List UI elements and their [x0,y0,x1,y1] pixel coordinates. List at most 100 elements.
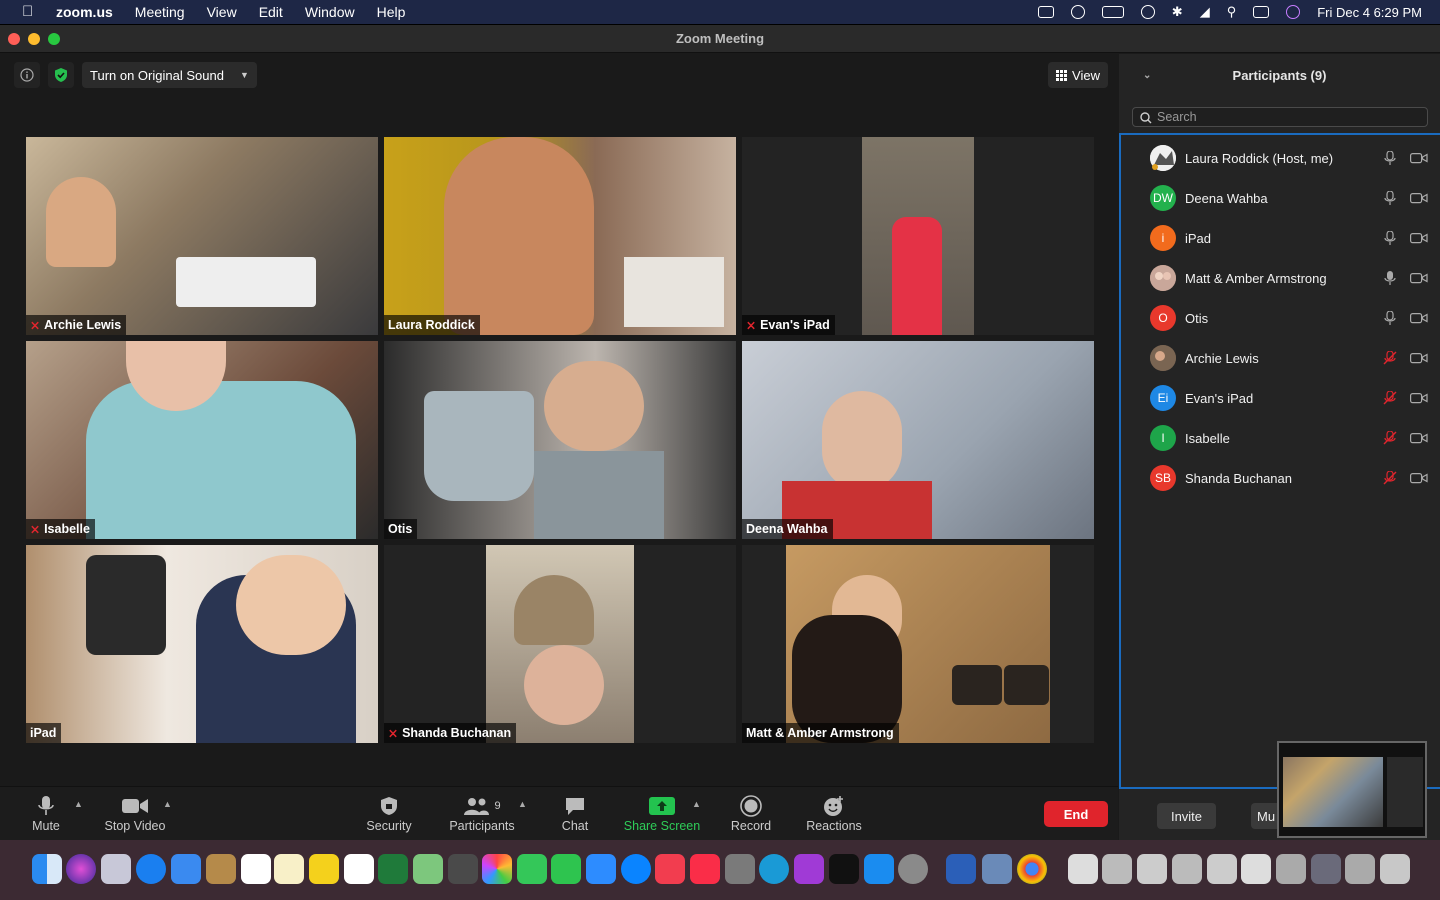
video-camera-icon[interactable] [1410,151,1428,165]
folder-stack-icon[interactable] [1241,854,1271,884]
video-camera-icon[interactable] [1410,191,1428,205]
folder-stack-icon[interactable] [1207,854,1237,884]
shazam-icon[interactable] [759,854,789,884]
video-camera-icon[interactable] [1410,471,1428,485]
calendar-icon[interactable] [241,854,271,884]
microphone-icon[interactable] [1383,310,1397,325]
menubar-clock[interactable]: Fri Dec 4 6:29 PM [1317,5,1422,20]
microphone-icon[interactable] [1383,190,1397,205]
control-center-icon[interactable] [1253,6,1270,18]
wifi-icon[interactable]: ◢ [1200,4,1210,20]
participant-row[interactable]: i iPad [1121,218,1440,258]
end-meeting-button[interactable]: End [1044,801,1108,827]
microphone-muted-icon[interactable] [1383,470,1397,485]
video-tile-isabelle[interactable]: ⨯ Isabelle [26,341,378,539]
video-tile-evans-ipad[interactable]: ⨯ Evan's iPad [742,137,1094,335]
video-tile-shanda-buchanan[interactable]: ⨯ Shanda Buchanan [384,545,736,743]
stop-video-button[interactable]: Stop Video [100,793,170,833]
participant-row[interactable]: Ei Evan's iPad [1121,378,1440,418]
view-button[interactable]: View [1048,62,1108,88]
video-tile-ipad[interactable]: iPad [26,545,378,743]
chevron-up-icon[interactable]: ▲ [692,799,701,809]
chevron-up-icon[interactable]: ▲ [163,799,172,809]
video-tile-otis[interactable]: Otis [384,341,736,539]
chat-button[interactable]: Chat [556,793,594,833]
video-tile-matt-amber-armstrong[interactable]: Matt & Amber Armstrong [742,545,1094,743]
microphone-icon[interactable] [1383,150,1397,165]
microphone-active-icon[interactable] [1383,271,1397,285]
word-icon[interactable] [946,854,976,884]
maps-icon[interactable] [413,854,443,884]
participant-row[interactable]: SB Shanda Buchanan [1121,458,1440,498]
menu-help[interactable]: Help [377,4,406,20]
security-button[interactable]: Security [362,793,416,833]
reminders-icon[interactable] [344,854,374,884]
participant-row[interactable]: O Otis [1121,298,1440,338]
excel-icon[interactable] [378,854,408,884]
close-window-button[interactable] [8,33,20,45]
launchpad-icon[interactable] [101,854,131,884]
zoom-icon[interactable] [586,854,616,884]
folder-stack-icon[interactable] [1102,854,1132,884]
chevron-down-icon[interactable]: ⌄ [1143,54,1151,98]
photos-icon[interactable] [482,854,512,884]
apple-menu-icon[interactable]:  [22,4,36,20]
menu-view[interactable]: View [207,4,237,20]
apple-tv-icon[interactable] [829,854,859,884]
microphone-muted-icon[interactable] [1383,390,1397,405]
siri-icon[interactable] [66,854,96,884]
facetime-icon[interactable] [551,854,581,884]
share-screen-button[interactable]: Share Screen [622,793,702,833]
video-tile-archie-lewis[interactable]: ⨯ Archie Lewis [26,137,378,335]
folder-stack-icon[interactable] [1172,854,1202,884]
document-icon[interactable] [1068,854,1098,884]
microphone-icon[interactable] [1383,230,1397,245]
creative-cloud-icon[interactable] [1070,5,1085,19]
safari-icon[interactable] [136,854,166,884]
skype-icon[interactable] [621,854,651,884]
participants-button[interactable]: 9 Participants [444,793,520,833]
trash-icon[interactable] [1380,854,1410,884]
messages-icon[interactable] [517,854,547,884]
participant-row[interactable]: DW Deena Wahba [1121,178,1440,218]
music-icon[interactable] [690,854,720,884]
chevron-down-icon[interactable]: ▼ [240,70,249,80]
video-camera-icon[interactable] [1410,431,1428,445]
video-camera-icon[interactable] [1410,311,1428,325]
news-icon[interactable] [655,854,685,884]
folder-stack-icon[interactable] [1137,854,1167,884]
microphone-muted-icon[interactable] [1383,430,1397,445]
finder-icon[interactable] [32,854,62,884]
zoom-status-icon[interactable] [1037,6,1054,18]
app-store-icon[interactable] [864,854,894,884]
menu-meeting[interactable]: Meeting [135,4,185,20]
window-thumbnail-icon[interactable] [1311,854,1341,884]
stickies-icon[interactable] [309,854,339,884]
podcasts-icon[interactable] [794,854,824,884]
video-tile-laura-roddick[interactable]: Laura Roddick [384,137,736,335]
play-icon[interactable] [1140,5,1155,19]
meeting-info-button[interactable] [14,62,40,88]
contacts-icon[interactable] [206,854,236,884]
mail-icon[interactable] [171,854,201,884]
original-sound-button[interactable]: Turn on Original Sound ▼ [82,62,257,88]
midi-icon[interactable] [725,854,755,884]
mute-button[interactable]: Mute [24,793,68,833]
system-preferences-icon[interactable] [898,854,928,884]
menu-window[interactable]: Window [305,4,355,20]
calculator-icon[interactable] [448,854,478,884]
preview-icon[interactable] [982,854,1012,884]
participant-row[interactable]: Laura Roddick (Host, me) [1121,138,1440,178]
reactions-button[interactable]: Reactions [804,793,864,833]
participant-row[interactable]: Matt & Amber Armstrong [1121,258,1440,298]
menu-app-name[interactable]: zoom.us [56,4,113,20]
notes-icon[interactable] [274,854,304,884]
battery-icon[interactable] [1101,6,1124,18]
chevron-up-icon[interactable]: ▲ [518,799,527,809]
chrome-icon[interactable] [1017,854,1047,884]
video-camera-icon[interactable] [1410,351,1428,365]
minimize-window-button[interactable] [28,33,40,45]
video-camera-icon[interactable] [1410,271,1428,285]
bluetooth-icon[interactable]: ✱ [1172,4,1183,20]
record-button[interactable]: Record [728,793,774,833]
